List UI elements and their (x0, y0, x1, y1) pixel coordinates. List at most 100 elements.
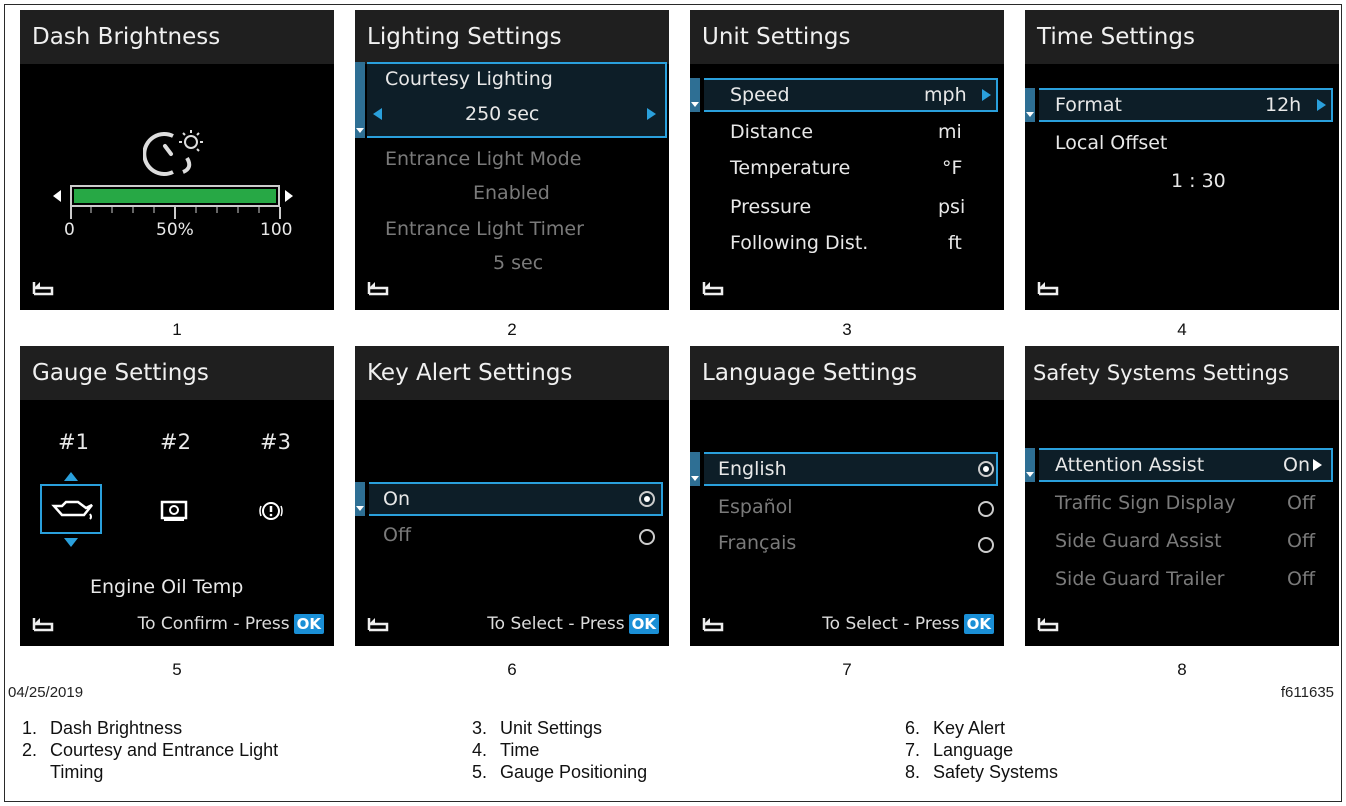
ok-button[interactable]: OK (963, 614, 994, 634)
screen-number-2: 2 (507, 320, 517, 339)
screen-dash-brightness: Dash Brightness 0 50% 100 (20, 10, 334, 310)
footer-hint: To Confirm - Press OK (138, 614, 324, 634)
scroll-bar[interactable] (355, 62, 365, 138)
value-right-arrow-icon[interactable] (982, 89, 991, 101)
unit-label[interactable]: Speed (730, 84, 790, 106)
gauge-down-arrow-icon[interactable] (64, 538, 78, 547)
pressure-gauge-icon[interactable] (258, 498, 284, 524)
radio-checked-icon[interactable] (639, 491, 655, 507)
back-icon[interactable] (1035, 278, 1063, 298)
item-label: Entrance Light Mode (385, 148, 582, 170)
legend-item-continued: Timing (50, 762, 103, 783)
radio-unchecked-icon[interactable] (978, 537, 994, 553)
language-option[interactable]: Español (718, 496, 793, 518)
time-label[interactable]: Local Offset (1055, 132, 1167, 154)
legend-number: 5. (472, 762, 488, 782)
slider-mid-label: 50% (156, 220, 194, 240)
screen-lighting-settings: Lighting Settings Courtesy Lighting 250 … (355, 10, 669, 310)
gauge-slot-label: #2 (160, 430, 191, 454)
screen-title: Language Settings (690, 346, 1004, 400)
legend-number: 1. (22, 718, 38, 738)
back-icon[interactable] (700, 278, 728, 298)
back-icon[interactable] (365, 614, 393, 634)
safety-item-label[interactable]: Attention Assist (1055, 454, 1204, 476)
language-option[interactable]: English (718, 458, 787, 480)
screen-title: Safety Systems Settings (1025, 346, 1339, 400)
legend-item: 4. Time (472, 740, 539, 761)
time-value: 1 : 30 (1171, 170, 1226, 192)
value-right-arrow-icon[interactable] (647, 108, 656, 120)
scroll-caret-icon (1026, 112, 1034, 117)
slider-max-label: 100 (260, 220, 293, 240)
gauge-up-arrow-icon[interactable] (64, 472, 78, 481)
time-label[interactable]: Format (1055, 94, 1122, 116)
screen-number-3: 3 (842, 320, 852, 339)
footer-text: To Confirm - Press (137, 614, 290, 634)
radio-unchecked-icon[interactable] (978, 501, 994, 517)
screen-number-1: 1 (172, 320, 182, 339)
option-label[interactable]: On (383, 488, 410, 510)
footer-text: To Select - Press (487, 614, 625, 634)
selected-item-box[interactable] (369, 482, 663, 516)
unit-value: ft (948, 232, 962, 254)
legend-item: 5. Gauge Positioning (472, 762, 647, 783)
unit-label[interactable]: Following Dist. (730, 232, 868, 254)
option-label[interactable]: Off (383, 524, 411, 546)
value-left-arrow-icon[interactable] (373, 108, 382, 120)
brightness-track[interactable] (70, 185, 280, 207)
screen-safety-systems-settings: Safety Systems Settings Attention Assist… (1025, 346, 1339, 646)
scroll-caret-icon (1026, 472, 1034, 477)
footer-hint: To Select - Press OK (822, 614, 994, 634)
legend-text: Time (500, 740, 540, 760)
slider-right-arrow[interactable] (285, 190, 293, 202)
item-value: 5 sec (493, 252, 544, 274)
legend-text: Unit Settings (500, 718, 603, 738)
ok-button[interactable]: OK (628, 614, 659, 634)
back-icon[interactable] (365, 278, 393, 298)
back-icon[interactable] (30, 614, 58, 634)
unit-label[interactable]: Pressure (730, 196, 811, 218)
back-icon[interactable] (700, 614, 728, 634)
safety-item-value: Off (1287, 492, 1316, 514)
screen-title: Unit Settings (690, 10, 1004, 64)
safety-item-label[interactable]: Side Guard Assist (1055, 530, 1222, 552)
legend-item: 2. Courtesy and Entrance Light (22, 740, 278, 761)
unit-value: mph (924, 84, 967, 106)
safety-item-label[interactable]: Traffic Sign Display (1055, 492, 1236, 514)
ok-button[interactable]: OK (293, 614, 324, 634)
safety-item-value: Off (1287, 568, 1316, 590)
radio-unchecked-icon[interactable] (639, 529, 655, 545)
legend-item: 3. Unit Settings (472, 718, 602, 739)
unit-label[interactable]: Temperature (730, 157, 850, 179)
unit-value: mi (938, 121, 962, 143)
value-right-arrow-icon[interactable] (1317, 99, 1326, 111)
screen-title: Key Alert Settings (355, 346, 669, 400)
gauge-slot-label: #3 (260, 430, 291, 454)
dash-brightness-icon (143, 130, 203, 176)
legend-text: Timing (50, 762, 104, 782)
legend-number: 2. (22, 740, 38, 760)
value-right-arrow-icon[interactable] (1313, 459, 1322, 471)
gauge-slot-label: #1 (58, 430, 89, 454)
legend-number: 7. (905, 740, 921, 760)
legend-number: 4. (472, 740, 488, 760)
legend-text: Courtesy and Entrance Light (50, 740, 279, 760)
unit-value: °F (942, 157, 963, 179)
item-label: Entrance Light Timer (385, 218, 584, 240)
figure-id: f611635 (1280, 684, 1334, 701)
screen-number-4: 4 (1177, 320, 1187, 339)
slider-left-arrow[interactable] (53, 190, 61, 202)
screen-gauge-settings: Gauge Settings #1 #2 #3 Engine Oil Temp … (20, 346, 334, 646)
scroll-caret-icon (356, 128, 364, 133)
safety-item-label[interactable]: Side Guard Trailer (1055, 568, 1224, 590)
back-icon[interactable] (30, 278, 58, 298)
coolant-gauge-icon[interactable] (158, 498, 192, 524)
back-icon[interactable] (1035, 614, 1063, 634)
unit-label[interactable]: Distance (730, 121, 813, 143)
radio-checked-icon[interactable] (978, 461, 994, 477)
screen-title: Lighting Settings (355, 10, 669, 64)
scroll-caret-icon (356, 506, 364, 511)
slider-ticks (70, 207, 281, 219)
footer-hint: To Select - Press OK (487, 614, 659, 634)
language-option[interactable]: Français (718, 532, 796, 554)
